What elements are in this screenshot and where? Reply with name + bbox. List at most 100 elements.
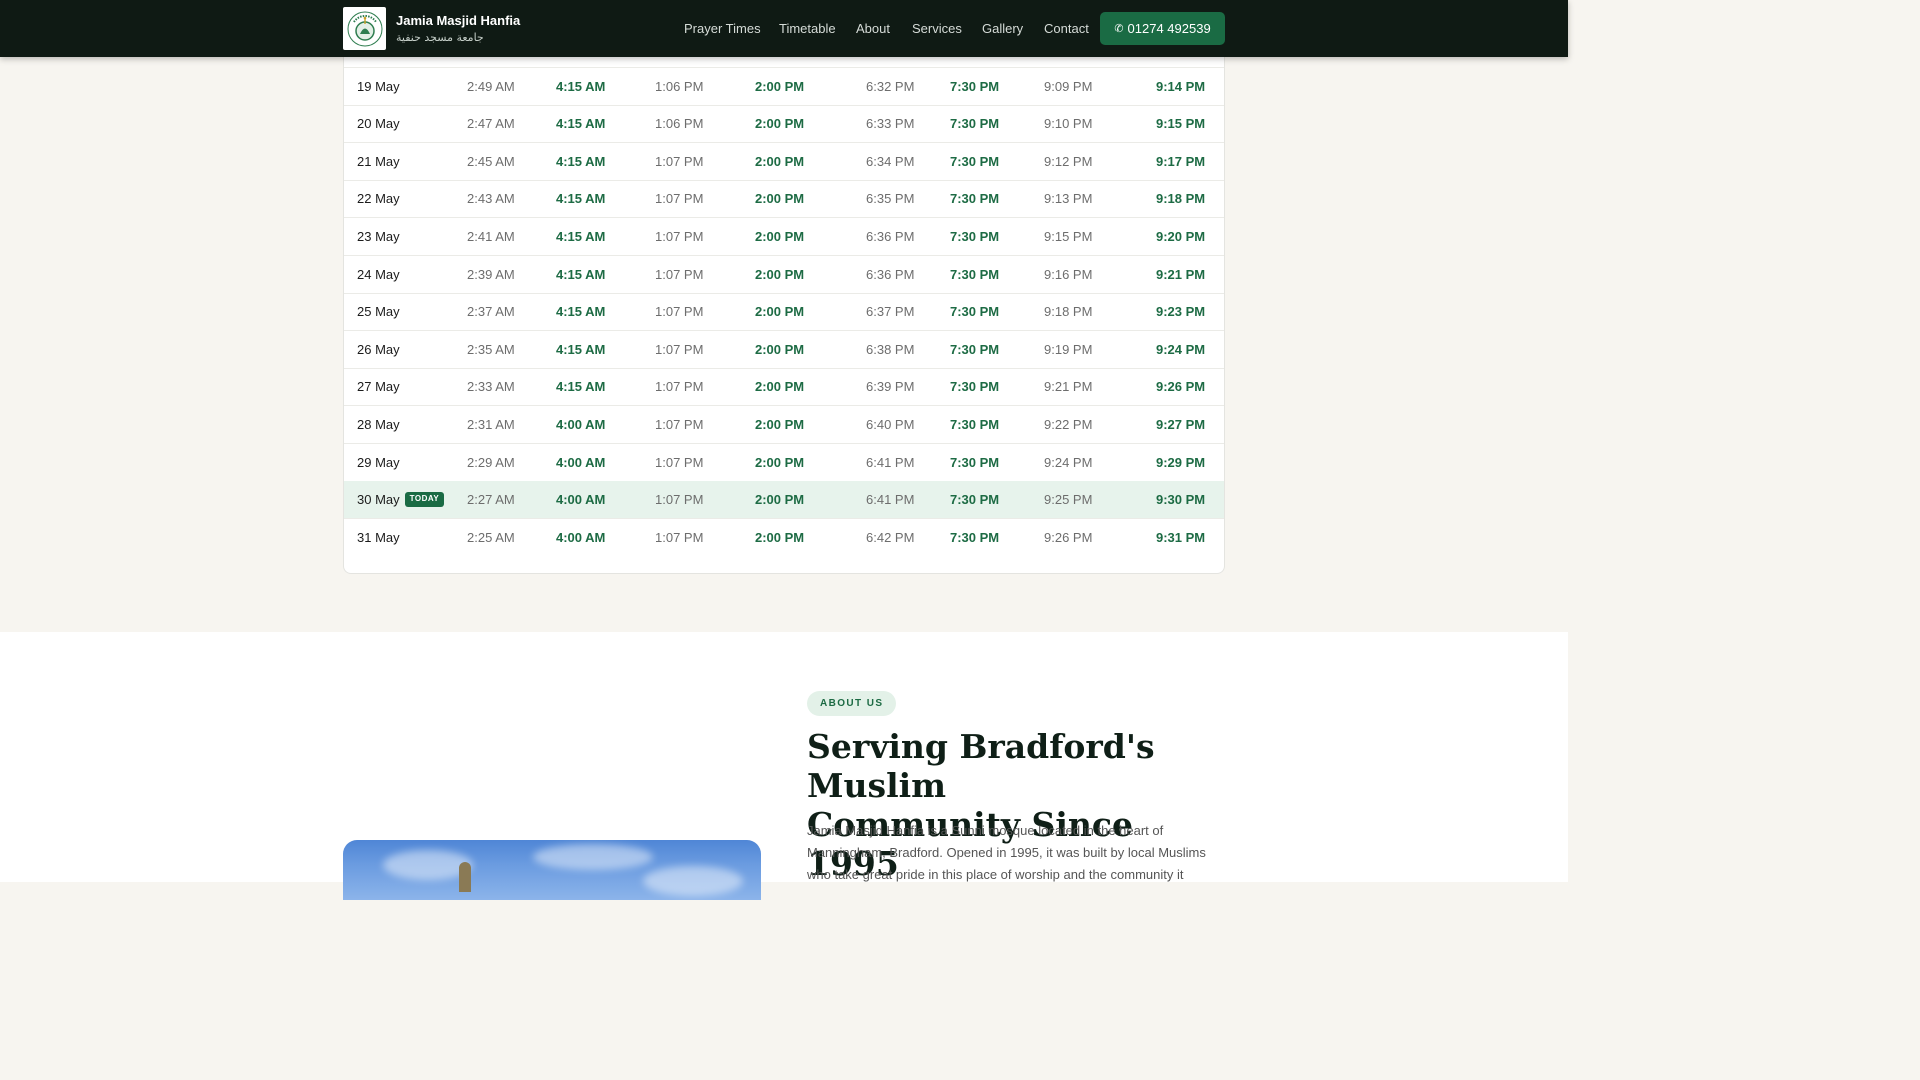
- fajr-jamaat-time: 4:15 AM: [556, 229, 606, 244]
- fajr-jamaat-time: 4:15 AM: [556, 341, 606, 357]
- zuhr-begins-time: 1:07 PM: [655, 379, 704, 395]
- zuhr-jamaat-time: 2:00 PM: [755, 78, 805, 94]
- fajr-begins-time: 2:25 AM: [467, 529, 515, 545]
- fajr-begins-time: 2:35 AM: [467, 341, 515, 357]
- asr-jamaat-time: 7:30 PM: [950, 454, 1000, 470]
- row-date: 28 May: [357, 406, 400, 444]
- zuhr-jamaat-time: 2:00 PM: [755, 529, 805, 545]
- asr-begins-time: 6:38 PM: [866, 341, 915, 357]
- about-section: ABOUT US Serving Bradford's Muslim Commu…: [0, 632, 1568, 900]
- isha-jamaat-time: 9:30 PM: [1156, 492, 1206, 508]
- table-row: 21 May 2:45 AM 4:15 AM 1:07 PM 2:00 PM 6:34 P…: [344, 143, 1224, 181]
- isha-jamaat-time: 9:27 PM: [1156, 417, 1206, 432]
- row-date: 20 May: [357, 105, 400, 143]
- date-label: 31 May: [357, 529, 400, 545]
- asr-jamaat-time: 7:30 PM: [950, 116, 1000, 132]
- isha-jamaat-time: 9:21 PM: [1156, 266, 1206, 282]
- zuhr-begins-time: 1:07 PM: [655, 153, 704, 169]
- fajr-jamaat-time: 4:15 AM: [556, 78, 606, 94]
- date-label: 30 May: [357, 492, 400, 508]
- date-label: 22 May: [357, 191, 400, 207]
- fajr-begins-time: 2:37 AM: [467, 304, 515, 320]
- table-row: 25 May 2:37 AM 4:15 AM 1:07 PM 2:00 PM 6:37 P…: [344, 293, 1224, 332]
- row-date: 29 May: [357, 444, 400, 482]
- fajr-jamaat-time: 4:15 AM: [556, 191, 606, 207]
- about-description: Jamia Masjid Hanfia is a Sunni mosque lo…: [807, 823, 1206, 882]
- isha-jamaat-time: 9:31 PM: [1156, 529, 1206, 545]
- asr-begins-time: 6:36 PM: [866, 266, 915, 282]
- zuhr-begins-time: 1:06 PM: [655, 78, 704, 94]
- nav-gallery[interactable]: Gallery: [982, 20, 1023, 37]
- asr-jamaat-time: 7:30 PM: [950, 78, 1000, 94]
- zuhr-begins-time: 1:07 PM: [655, 266, 704, 282]
- asr-begins-time: 6:39 PM: [866, 379, 915, 395]
- asr-begins-time: 6:37 PM: [866, 304, 915, 320]
- fajr-jamaat-time: 4:00 AM: [556, 492, 606, 508]
- zuhr-jamaat-time: 2:00 PM: [755, 266, 805, 282]
- maghrib-begins-time: 9:25 PM: [1044, 492, 1093, 508]
- zuhr-begins-time: 1:07 PM: [655, 191, 704, 207]
- row-date: 22 May: [357, 180, 400, 218]
- nav-prayer-times[interactable]: Prayer Times: [684, 20, 761, 37]
- asr-jamaat-time: 7:30 PM: [950, 191, 1000, 207]
- row-date: 21 May: [357, 143, 400, 181]
- table-row: 24 May 2:39 AM 4:15 AM 1:07 PM 2:00 PM 6:36 P…: [344, 256, 1224, 294]
- zuhr-jamaat-time: 2:00 PM: [755, 304, 805, 320]
- maghrib-begins-time: 9:12 PM: [1044, 153, 1093, 169]
- maghrib-begins-time: 9:16 PM: [1044, 266, 1093, 282]
- isha-jamaat-time: 9:23 PM: [1156, 304, 1206, 320]
- section-tag: ABOUT US: [807, 691, 897, 716]
- zuhr-jamaat-time: 2:00 PM: [755, 492, 805, 508]
- maghrib-begins-time: 9:26 PM: [1044, 529, 1093, 545]
- asr-jamaat-time: 7:30 PM: [950, 492, 1000, 508]
- table-row: 29 May 2:29 AM 4:00 AM 1:07 PM 2:00 PM 6:41 P…: [344, 444, 1224, 482]
- nav-about[interactable]: About: [856, 20, 890, 37]
- asr-begins-time: 6:33 PM: [866, 116, 915, 132]
- fajr-begins-time: 2:45 AM: [467, 153, 515, 169]
- fajr-jamaat-time: 4:15 AM: [556, 266, 606, 282]
- table-row: 20 May 2:47 AM 4:15 AM 1:06 PM 2:00 PM 6:33 P…: [344, 105, 1224, 144]
- date-label: 28 May: [357, 417, 400, 432]
- zuhr-begins-time: 1:06 PM: [655, 116, 704, 132]
- isha-jamaat-time: 9:20 PM: [1156, 229, 1206, 244]
- maghrib-begins-time: 9:09 PM: [1044, 78, 1093, 94]
- table-row: 28 May 2:31 AM 4:00 AM 1:07 PM 2:00 PM 6:40 P…: [344, 406, 1224, 444]
- fajr-jamaat-time: 4:15 AM: [556, 304, 606, 320]
- date-label: 25 May: [357, 304, 400, 320]
- call-phone-button[interactable]: ✆ 01274 492539: [1100, 12, 1225, 45]
- zuhr-begins-time: 1:07 PM: [655, 341, 704, 357]
- asr-begins-time: 6:35 PM: [866, 191, 915, 207]
- zuhr-begins-time: 1:07 PM: [655, 417, 704, 432]
- asr-jamaat-time: 7:30 PM: [950, 229, 1000, 244]
- zuhr-begins-time: 1:07 PM: [655, 229, 704, 244]
- fajr-begins-time: 2:27 AM: [467, 492, 515, 508]
- nav-services[interactable]: Services: [912, 20, 962, 37]
- date-label: 19 May: [357, 78, 400, 94]
- fajr-jamaat-time: 4:15 AM: [556, 153, 606, 169]
- asr-jamaat-time: 7:30 PM: [950, 379, 1000, 395]
- asr-jamaat-time: 7:30 PM: [950, 341, 1000, 357]
- maghrib-begins-time: 9:10 PM: [1044, 116, 1093, 132]
- nav-timetable[interactable]: Timetable: [779, 20, 836, 37]
- table-row: 23 May 2:41 AM 4:15 AM 1:07 PM 2:00 PM 6:36 P…: [344, 218, 1224, 256]
- isha-jamaat-time: 9:24 PM: [1156, 341, 1206, 357]
- zuhr-jamaat-time: 2:00 PM: [755, 417, 805, 432]
- fajr-jamaat-time: 4:15 AM: [556, 116, 606, 132]
- isha-jamaat-time: 9:15 PM: [1156, 116, 1206, 132]
- main-nav: Prayer Times Timetable About Services Ga…: [0, 0, 1568, 57]
- zuhr-begins-time: 1:07 PM: [655, 304, 704, 320]
- table-row: 19 May 2:49 AM 4:15 AM 1:06 PM 2:00 PM 6:32 P…: [344, 68, 1224, 106]
- maghrib-begins-time: 9:18 PM: [1044, 304, 1093, 320]
- zuhr-jamaat-time: 2:00 PM: [755, 379, 805, 395]
- row-date: 25 May: [357, 293, 400, 331]
- date-label: 26 May: [357, 341, 400, 357]
- asr-begins-time: 6:40 PM: [866, 417, 915, 432]
- fajr-jamaat-time: 4:15 AM: [556, 379, 606, 395]
- row-date: 27 May: [357, 368, 400, 406]
- fajr-begins-time: 2:33 AM: [467, 379, 515, 395]
- maghrib-begins-time: 9:21 PM: [1044, 379, 1093, 395]
- isha-jamaat-time: 9:29 PM: [1156, 454, 1206, 470]
- mosque-photo: [343, 840, 761, 900]
- nav-contact[interactable]: Contact: [1044, 20, 1089, 37]
- isha-jamaat-time: 9:17 PM: [1156, 153, 1206, 169]
